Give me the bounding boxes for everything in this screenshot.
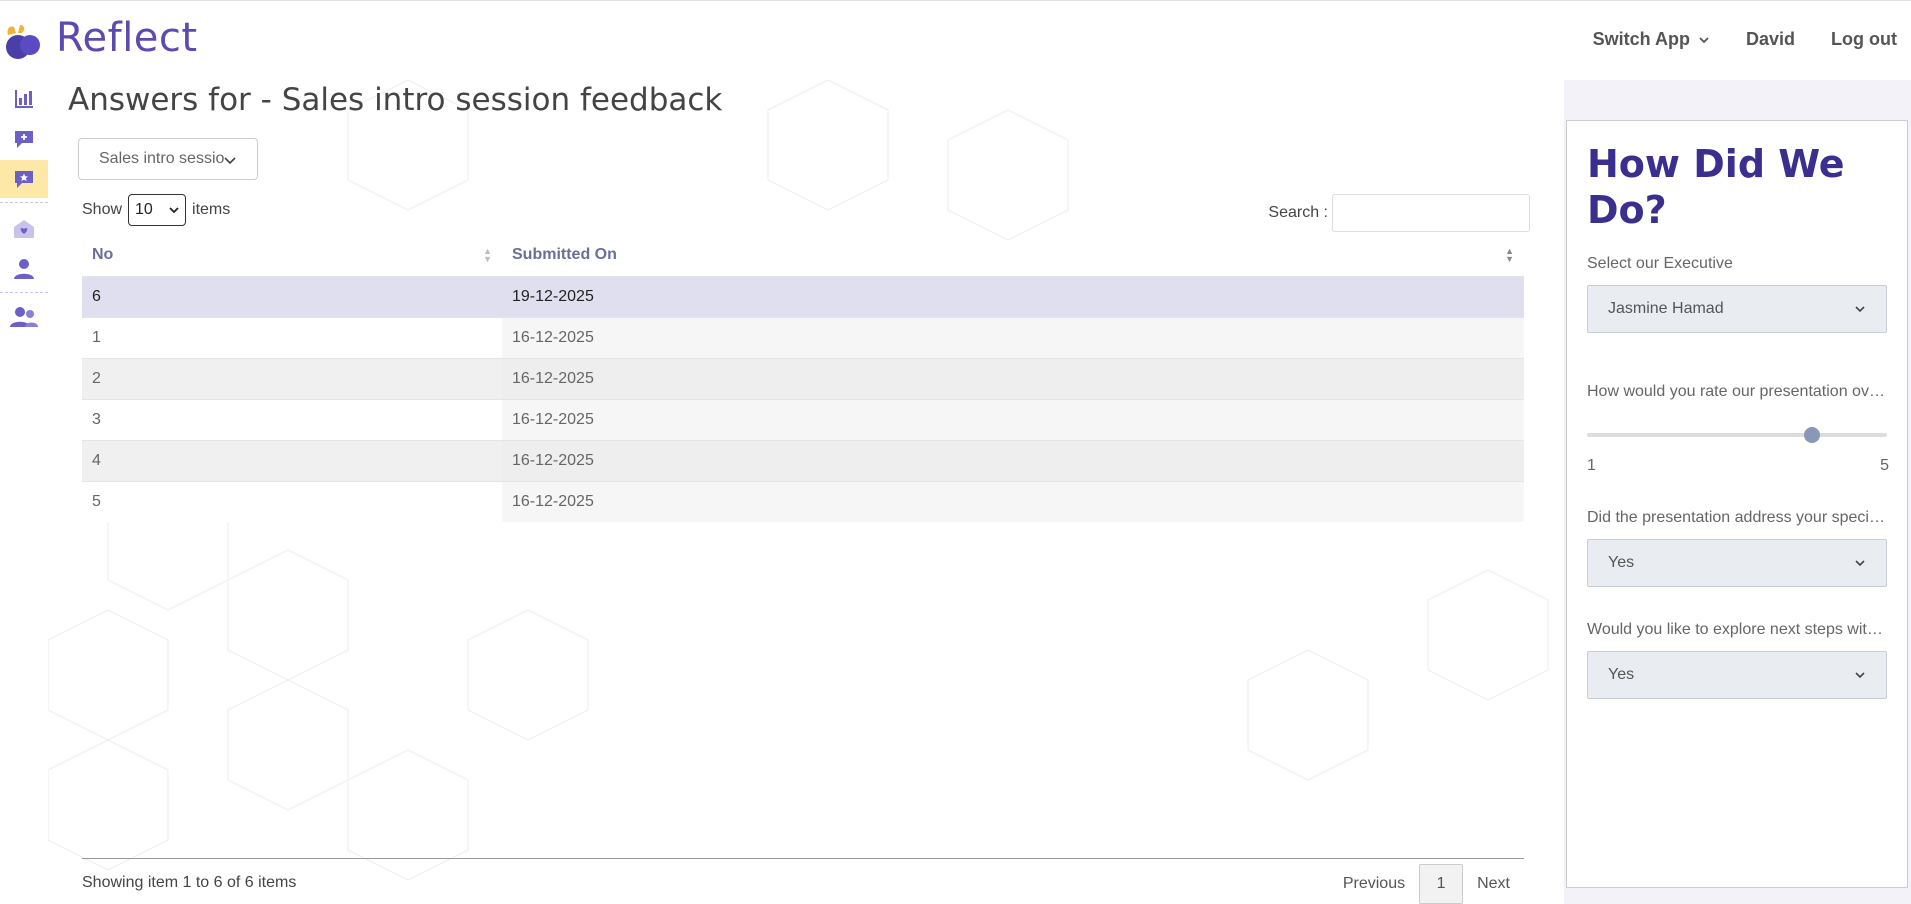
cell-date: 19-12-2025 xyxy=(512,288,594,305)
cell-date: 16-12-2025 xyxy=(502,359,1524,399)
cell-date: 16-12-2025 xyxy=(502,400,1524,440)
slider-range-labels: 1 5 xyxy=(1587,457,1889,475)
add-comment-icon xyxy=(15,131,33,148)
page-size-control: Show 10 items xyxy=(82,194,230,226)
table-row[interactable]: 6 19-12-2025 xyxy=(82,276,1524,317)
show-label: Show xyxy=(82,201,123,218)
sort-icon: ▲ ▼ xyxy=(483,246,492,264)
table-header: No ▲ ▼ Submitted On ▲ ▼ xyxy=(82,234,1524,276)
sidebar-item-create-survey[interactable] xyxy=(0,120,48,158)
chevron-down-icon xyxy=(224,157,236,165)
cell-no: 4 xyxy=(82,441,502,481)
page-size-value: 10 xyxy=(135,201,153,218)
top-navbar: Reflect Switch App David Log out xyxy=(0,0,1911,80)
chevron-down-icon xyxy=(1855,560,1865,567)
chevron-down-icon xyxy=(169,207,179,214)
user-menu[interactable]: David xyxy=(1746,29,1795,50)
cell-no: 6 xyxy=(92,288,101,305)
home-heart-icon xyxy=(14,220,34,238)
column-header-no-label: No xyxy=(92,246,114,263)
survey-preview-area: How Did We Do? Select our Executive Jasm… xyxy=(1564,80,1911,904)
cell-no: 1 xyxy=(82,318,502,358)
question-4-value: Yes xyxy=(1608,666,1635,683)
survey-select-value: Sales intro session feedback xyxy=(99,150,225,167)
sidebar-item-feedback[interactable] xyxy=(0,160,48,198)
survey-preview-card: How Did We Do? Select our Executive Jasm… xyxy=(1566,120,1908,888)
table-row[interactable]: 2 16-12-2025 xyxy=(82,358,1524,399)
cell-no: 3 xyxy=(82,400,502,440)
cell-date: 16-12-2025 xyxy=(502,441,1524,481)
page-title: Answers for - Sales intro session feedba… xyxy=(68,82,723,118)
sidebar-item-team[interactable] xyxy=(0,298,48,336)
question-2-slider[interactable] xyxy=(1587,425,1887,445)
items-label: items xyxy=(192,201,231,218)
app-logo-icon[interactable] xyxy=(2,21,42,61)
table-row[interactable]: 3 16-12-2025 xyxy=(82,399,1524,440)
search-input[interactable] xyxy=(1332,194,1530,232)
nav-menu: Switch App David Log out xyxy=(1593,29,1897,50)
main-content: Answers for - Sales intro session feedba… xyxy=(48,80,1564,904)
logout-link[interactable]: Log out xyxy=(1831,29,1897,50)
sort-icon: ▲ ▼ xyxy=(1505,246,1514,264)
slider-min-label: 1 xyxy=(1587,457,1596,474)
sidebar-item-dashboard[interactable] xyxy=(0,80,48,118)
question-3-value: Yes xyxy=(1608,554,1635,571)
search-label: Search : xyxy=(1268,204,1328,221)
column-header-submitted-on[interactable]: Submitted On ▲ ▼ xyxy=(502,246,1524,264)
user-icon xyxy=(14,259,34,279)
chevron-down-icon xyxy=(1699,36,1709,43)
cell-date: 16-12-2025 xyxy=(502,482,1524,522)
slider-thumb[interactable] xyxy=(1804,427,1820,443)
cell-no: 5 xyxy=(82,482,502,522)
answers-table: No ▲ ▼ Submitted On ▲ ▼ 6 19-12-2025 1 16-… xyxy=(82,234,1524,522)
question-4-select[interactable]: Yes xyxy=(1587,651,1887,699)
next-page-button[interactable]: Next xyxy=(1463,875,1524,893)
survey-select[interactable]: Sales intro session feedback xyxy=(78,138,258,180)
page-button-current[interactable]: 1 xyxy=(1419,864,1464,904)
slider-max-label: 5 xyxy=(1880,457,1889,474)
chevron-down-icon xyxy=(1855,306,1865,313)
sidebar-item-profile[interactable] xyxy=(0,250,48,288)
question-1-value: Jasmine Hamad xyxy=(1608,300,1724,317)
sidebar-divider xyxy=(0,292,48,293)
search-control: Search : xyxy=(1268,194,1530,232)
question-2-label: How would you rate our presentation over… xyxy=(1587,383,1887,400)
question-1-select[interactable]: Jasmine Hamad xyxy=(1587,285,1887,333)
switch-app-menu[interactable]: Switch App xyxy=(1593,29,1710,50)
question-3-label: Did the presentation address your specif… xyxy=(1587,509,1887,526)
question-3-select[interactable]: Yes xyxy=(1587,539,1887,587)
cell-date: 16-12-2025 xyxy=(502,318,1524,358)
question-4-label: Would you like to explore next steps wit… xyxy=(1587,621,1887,638)
table-footer-divider xyxy=(82,858,1524,859)
column-header-no[interactable]: No ▲ ▼ xyxy=(82,246,502,264)
sidebar-item-home[interactable] xyxy=(0,210,48,248)
sidebar-rail xyxy=(0,80,48,904)
slider-track xyxy=(1587,433,1887,437)
table-row[interactable]: 5 16-12-2025 xyxy=(82,481,1524,522)
table-row[interactable]: 1 16-12-2025 xyxy=(82,317,1524,358)
switch-app-label: Switch App xyxy=(1592,29,1690,49)
star-comment-icon xyxy=(15,171,33,188)
pagination: Previous 1 Next xyxy=(1329,864,1524,904)
sidebar-divider xyxy=(0,202,48,203)
cell-no: 2 xyxy=(82,359,502,399)
table-row[interactable]: 4 16-12-2025 xyxy=(82,440,1524,481)
chevron-down-icon xyxy=(1855,672,1865,679)
preview-title: How Did We Do? xyxy=(1587,142,1845,232)
previous-page-button[interactable]: Previous xyxy=(1329,875,1419,893)
users-icon xyxy=(10,307,38,327)
showing-info: Showing item 1 to 6 of 6 items xyxy=(82,874,297,891)
page-size-select[interactable]: 10 xyxy=(128,194,187,226)
chart-icon xyxy=(15,90,33,108)
column-header-submitted-on-label: Submitted On xyxy=(512,246,617,263)
brand-name[interactable]: Reflect xyxy=(56,15,198,61)
question-1-label: Select our Executive xyxy=(1587,255,1733,272)
